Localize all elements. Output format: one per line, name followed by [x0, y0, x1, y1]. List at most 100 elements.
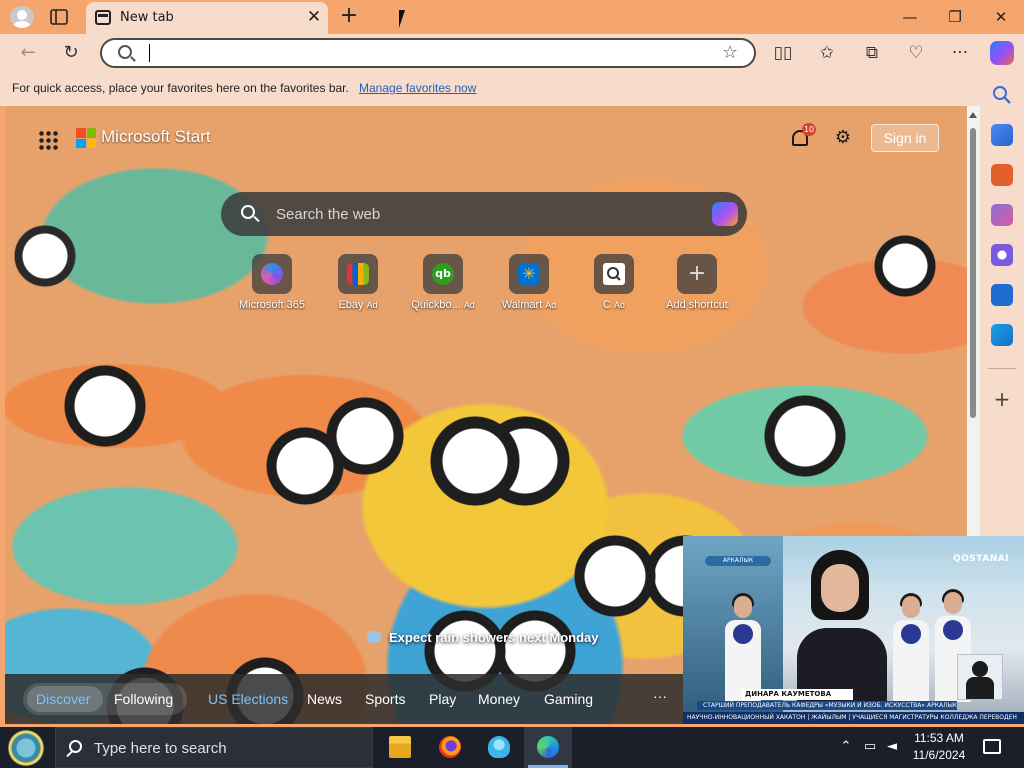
favorites-bar: For quick access, place your favorites h… [0, 72, 980, 106]
channel-logo: QOSTANAI [953, 554, 1010, 564]
sign-language-interpreter [957, 654, 1003, 700]
favorites-icon[interactable]: ✩ [815, 42, 839, 64]
shortcut-ebay[interactable]: Ebay Ad [313, 254, 403, 318]
new-tab-button[interactable]: + [338, 4, 360, 28]
shortcut-search[interactable]: C Ad [569, 254, 659, 318]
taskbar-file-explorer[interactable] [376, 727, 424, 768]
back-button[interactable]: ← [15, 40, 41, 66]
mouse-cursor-icon [399, 10, 411, 28]
shortcut-tile: + [677, 254, 717, 294]
category-gaming[interactable]: Gaming [544, 691, 593, 707]
taskbar-edge[interactable] [524, 727, 572, 768]
page-settings-gear-icon[interactable]: ⚙ [833, 128, 853, 148]
address-input[interactable] [148, 43, 708, 63]
category-sports[interactable]: Sports [365, 691, 405, 707]
add-sidebar-app-icon[interactable]: + [991, 388, 1013, 410]
taskbar-firefox[interactable] [426, 727, 474, 768]
shortcut-quickbooks[interactable]: qb Quickbo... Ad [398, 254, 488, 318]
more-categories-icon[interactable]: ··· [653, 688, 667, 704]
taskbar-search-box[interactable]: Type here to search [55, 727, 373, 768]
search-icon [241, 205, 255, 219]
games-icon[interactable] [991, 204, 1013, 226]
video-location-tag: АРКАЛЫК [705, 556, 771, 566]
address-bar[interactable]: ☆ [100, 38, 756, 68]
clock-time: 11:53 AM [914, 731, 964, 745]
start-button[interactable] [8, 730, 44, 766]
title-bar: New tab ✕ + — ❐ ✕ [0, 0, 1024, 34]
shortcut-label: C Ad [603, 299, 625, 311]
plus-icon: + [687, 261, 707, 286]
picture-in-picture-video[interactable]: АРКАЛЫК QOSTANAI ДИНАРА КАУМЕТОВА СТАРШИ… [683, 536, 1024, 724]
scrollbar-thumb[interactable] [970, 128, 976, 418]
search-icon [69, 740, 82, 753]
shopping-tag-icon[interactable] [991, 124, 1013, 146]
profile-avatar-icon[interactable] [10, 6, 34, 28]
manage-favorites-link[interactable]: Manage favorites now [359, 81, 476, 95]
tab-following[interactable]: Following [114, 691, 173, 707]
video-person [891, 593, 931, 706]
taskbar-clock[interactable]: 11:53 AM 11/6/2024 [904, 730, 974, 764]
taskbar-app[interactable] [475, 727, 523, 768]
sign-in-button[interactable]: Sign in [871, 124, 939, 152]
copilot-search-icon[interactable] [712, 202, 738, 226]
edge-icon [537, 736, 559, 758]
video-nameplate: ДИНАРА КАУМЕТОВА [741, 689, 853, 700]
microsoft-logo-icon [76, 128, 96, 148]
notification-center-icon[interactable] [983, 739, 1001, 754]
app-launcher-icon[interactable] [38, 130, 58, 150]
drop-send-icon[interactable] [991, 324, 1013, 346]
tab-discover[interactable]: Discover [36, 691, 90, 707]
refresh-button[interactable]: ↻ [58, 40, 84, 66]
more-options-icon[interactable]: ··· [948, 42, 972, 64]
microsoft365-icon[interactable] [991, 244, 1013, 266]
video-ticker: НАУЧНО-ИННОВАЦИОННЫЙ ХАКАТОН | ЖАЙЫЛЫМ |… [683, 712, 1024, 724]
minimize-button[interactable]: — [898, 6, 922, 28]
rain-cloud-icon [367, 631, 381, 643]
search-icon[interactable] [991, 84, 1013, 106]
shortcut-tile [252, 254, 292, 294]
microsoft365-icon [261, 263, 283, 285]
volume-icon[interactable]: ◄ [884, 739, 900, 755]
quickbooks-icon: qb [432, 263, 454, 285]
text-caret [149, 44, 150, 62]
video-news-anchor [787, 550, 893, 708]
close-tab-icon[interactable]: ✕ [304, 7, 324, 27]
close-window-button[interactable]: ✕ [989, 6, 1013, 28]
scroll-up-arrow-icon[interactable] [969, 112, 977, 118]
folder-icon [389, 736, 411, 758]
shortcut-add[interactable]: + Add shortcut [652, 254, 742, 318]
shortcut-walmart[interactable]: ✳ Walmart Ad [484, 254, 574, 318]
taskbar-search-placeholder: Type here to search [94, 740, 227, 757]
split-screen-icon[interactable]: ▯▯ [771, 42, 795, 64]
tools-briefcase-icon[interactable] [991, 164, 1013, 186]
shortcut-label: Quickbo... Ad [411, 299, 475, 311]
restore-button[interactable]: ❐ [943, 6, 967, 28]
network-icon[interactable]: ▭ [862, 739, 878, 755]
category-news[interactable]: News [307, 691, 342, 707]
favorites-bar-message: For quick access, place your favorites h… [12, 81, 349, 95]
firefox-icon [439, 736, 461, 758]
video-subtitle: СТАРШИЙ ПРЕПОДАВАТЕЛЬ КАФЕДРЫ «МУЗЫКИ И … [697, 701, 957, 710]
favorite-star-icon[interactable]: ☆ [722, 42, 738, 63]
category-money[interactable]: Money [478, 691, 520, 707]
tab-new-tab[interactable]: New tab ✕ [86, 2, 328, 34]
category-us-elections[interactable]: US Elections [208, 691, 288, 707]
category-play[interactable]: Play [429, 691, 456, 707]
tab-actions-icon[interactable] [48, 7, 70, 27]
collections-icon[interactable]: ⧉ [860, 42, 884, 64]
microsoft-start-title[interactable]: Microsoft Start [101, 127, 211, 147]
search-icon [118, 45, 132, 59]
sidebar-divider [988, 368, 1016, 369]
show-hidden-icons-chevron-icon[interactable]: ⌃ [838, 739, 854, 755]
outlook-icon[interactable] [991, 284, 1013, 306]
browser-essentials-icon[interactable]: ♡ [904, 42, 928, 64]
web-search-input[interactable] [276, 204, 676, 224]
ebay-icon [347, 263, 369, 285]
shortcut-microsoft-365[interactable]: Microsoft 365 [227, 254, 317, 318]
shortcut-tile: ✳ [509, 254, 549, 294]
shortcut-label: Microsoft 365 [238, 299, 306, 311]
web-search-box[interactable] [221, 192, 747, 236]
weather-message[interactable]: Expect rain showers next Monday [367, 630, 629, 656]
shortcut-label: Add shortcut [666, 299, 728, 311]
copilot-icon[interactable] [990, 41, 1014, 65]
